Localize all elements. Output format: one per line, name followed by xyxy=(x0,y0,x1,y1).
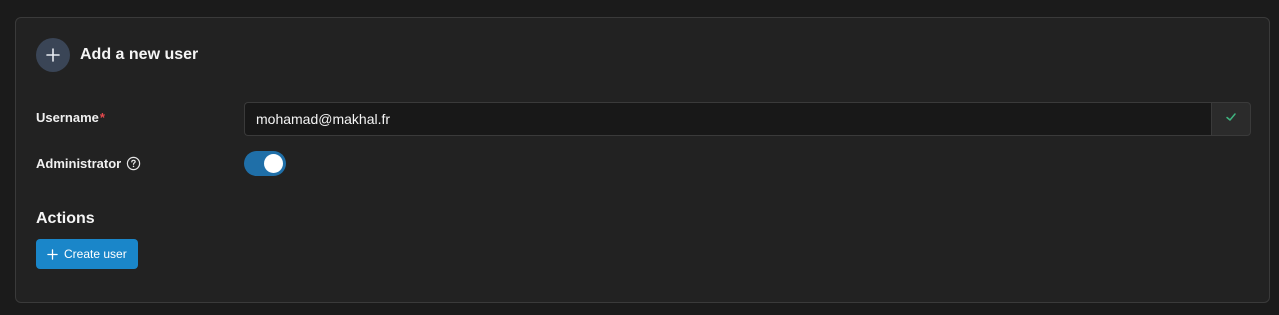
username-input-group xyxy=(244,102,1251,136)
administrator-toggle[interactable] xyxy=(244,151,286,176)
username-input[interactable] xyxy=(244,102,1211,136)
toggle-knob xyxy=(264,154,283,173)
panel-header: Add a new user xyxy=(36,38,198,72)
create-user-button[interactable]: Create user xyxy=(36,239,138,269)
administrator-label-text: Administrator xyxy=(36,156,122,171)
administrator-label: Administrator xyxy=(36,156,141,171)
username-label: Username * xyxy=(36,110,105,125)
add-user-panel: Add a new user Username* Administrator A… xyxy=(15,17,1270,303)
actions-heading: Actions xyxy=(36,210,95,227)
confirm-username-button[interactable] xyxy=(1211,102,1251,136)
required-marker: * xyxy=(99,110,105,125)
plus-icon xyxy=(47,248,58,260)
plus-icon[interactable] xyxy=(36,38,70,72)
username-label-text: Username xyxy=(36,110,99,125)
create-user-label: Create user xyxy=(64,247,127,261)
question-circle-icon[interactable] xyxy=(126,156,141,171)
check-icon xyxy=(1225,110,1237,128)
panel-title: Add a new user xyxy=(80,46,199,63)
